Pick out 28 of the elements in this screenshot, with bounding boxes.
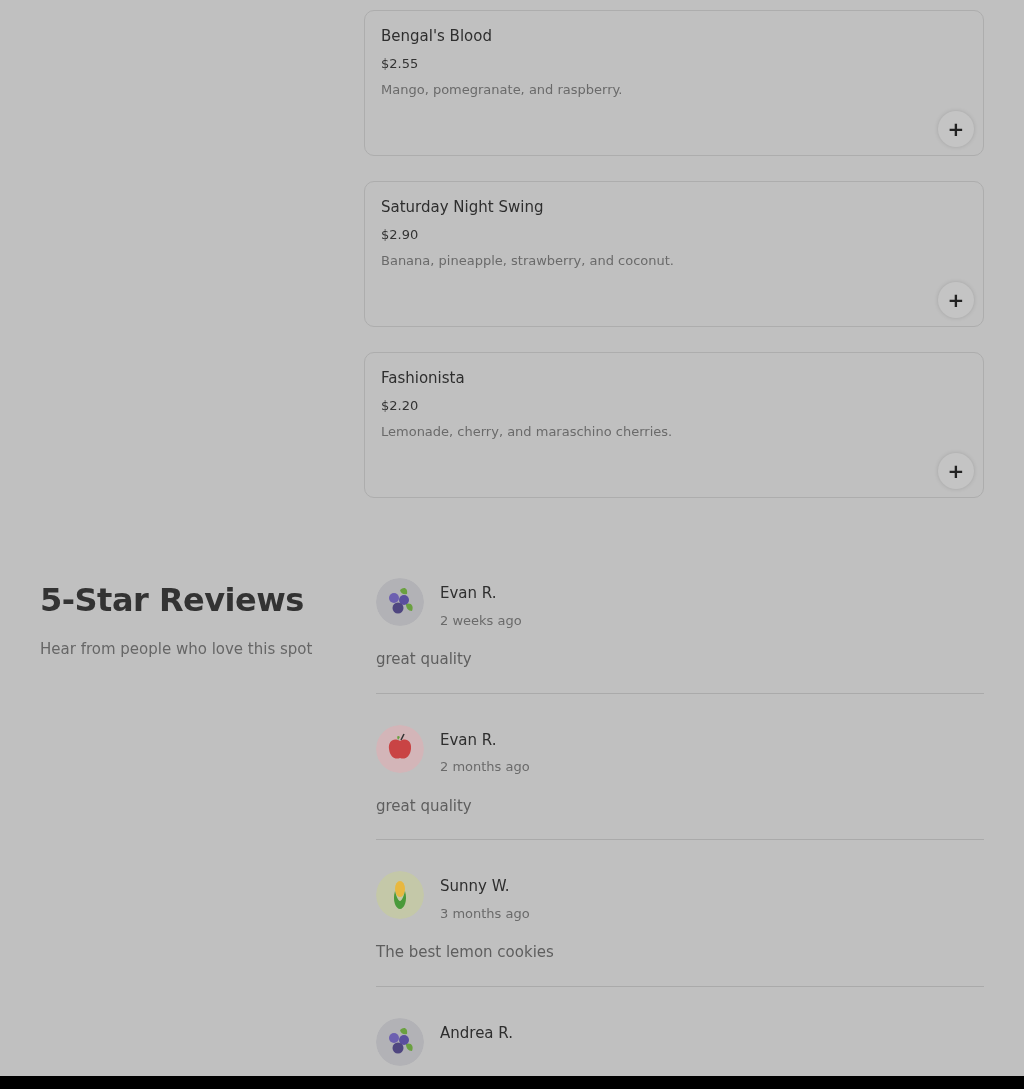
section-subtitle: Hear from people who love this spot xyxy=(40,639,314,661)
item-name: Saturday Night Swing xyxy=(381,197,545,218)
avatar-icon xyxy=(376,871,424,919)
review-text: great quality xyxy=(376,795,473,817)
reviewer-name: Evan R. xyxy=(440,729,498,751)
section-title: 5-Star Reviews xyxy=(40,583,305,619)
item-name: Fashionista xyxy=(381,368,466,389)
add-button[interactable]: + xyxy=(938,453,974,489)
review-time: 3 months ago xyxy=(440,904,530,923)
review-text: great quality xyxy=(376,649,473,670)
reviewer-name: Andrea R. xyxy=(440,1022,513,1044)
add-button[interactable]: + xyxy=(938,282,974,318)
item-price: $2.20 xyxy=(381,396,420,415)
item-price: $2.55 xyxy=(381,54,420,73)
item-name: Bengal's Blood xyxy=(381,26,493,47)
review-time: 2 weeks ago xyxy=(440,611,522,630)
item-description: Lemonade, cherry, and maraschino cherries. xyxy=(381,423,674,441)
avatar-icon xyxy=(376,578,424,626)
avatar-icon xyxy=(376,724,424,773)
review-time: 2 months ago xyxy=(440,758,530,776)
item-description: Banana, pineapple, strawberry, and coconut. xyxy=(381,252,675,270)
avatar-icon xyxy=(376,1017,424,1066)
review-text: The best lemon cookies xyxy=(376,942,555,963)
item-description: Mango, pomegranate, and raspberry. xyxy=(381,81,624,99)
reviewer-name: Sunny W. xyxy=(440,876,511,897)
add-button[interactable]: + xyxy=(938,111,974,147)
item-price: $2.90 xyxy=(381,225,420,244)
reviewer-name: Evan R. xyxy=(440,583,498,604)
